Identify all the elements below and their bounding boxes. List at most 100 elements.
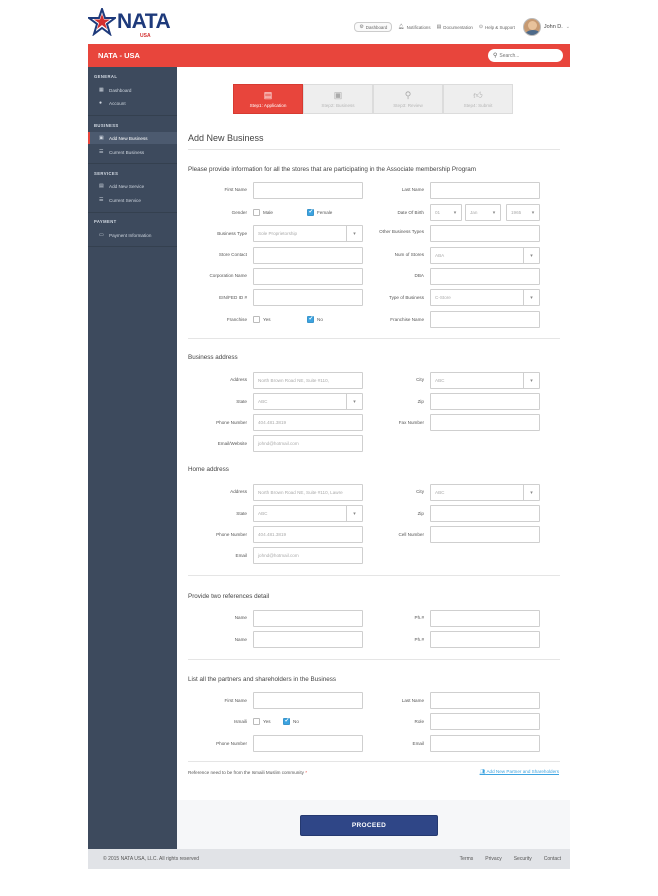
female-option-label: Female	[317, 210, 333, 215]
dashboard-link[interactable]: ⚙ Dashboard	[354, 22, 393, 32]
sidebar-item-label: Dashboard	[109, 87, 132, 93]
home-email-label: Email	[235, 553, 248, 558]
footer-contact-link[interactable]: Contact	[544, 856, 561, 862]
sidebar-item-current-business[interactable]: ☰ Current Business	[88, 146, 177, 158]
role-field[interactable]	[430, 713, 540, 730]
fax-number-field[interactable]	[430, 414, 540, 431]
sidebar-item-dashboard[interactable]: ▦ Dashboard	[88, 84, 177, 96]
step-label: Step1: Application	[249, 103, 287, 108]
step-label: Step3: Review	[393, 103, 423, 108]
step-1-application[interactable]: ▤ Step1: Application	[233, 84, 303, 114]
reference-2-name-field[interactable]	[253, 631, 363, 648]
footer: © 2015 NATA USA, LLC. All rights reserve…	[88, 849, 570, 869]
ismaili-no-checkbox[interactable]	[283, 717, 290, 725]
partner-first-name-field[interactable]	[253, 692, 363, 709]
sidebar-item-payment-information[interactable]: ▭ Payment Information	[88, 229, 177, 241]
sidebar: GENERAL ▦ Dashboard ● Account BUSINESS ▣ Ad…	[88, 67, 177, 849]
step-2-business[interactable]: ▣ Step2: Business	[303, 84, 373, 114]
num-of-stores-label: Num of Stores	[394, 252, 424, 257]
dob-month-select[interactable]: Jan ▾	[465, 204, 501, 221]
reference-2-phone-field[interactable]	[430, 631, 540, 648]
sidebar-item-add-new-service[interactable]: ▤ Add New Service	[88, 180, 177, 192]
proceed-button[interactable]: PROCEED	[300, 815, 438, 836]
home-city-select[interactable]: ABC ▾	[430, 484, 540, 501]
business-state-select[interactable]: ABC ▾	[253, 393, 363, 410]
notifications-link[interactable]: 🔔︎ Notifications	[398, 24, 430, 30]
business-zip-field[interactable]	[430, 393, 540, 410]
business-address-field[interactable]: North Brown Road NE, Suite #110,	[253, 372, 363, 389]
sidebar-item-add-new-business[interactable]: ▣ Add New Business	[88, 132, 177, 144]
business-address-label: Address	[230, 377, 247, 382]
reference-1-name-label: Name	[234, 615, 247, 620]
step-3-review[interactable]: ⚲ Step3: Review	[373, 84, 443, 114]
footer-terms-link[interactable]: Terms	[460, 856, 474, 862]
add-partner-label: Add New Partner and Shareholders	[486, 769, 559, 774]
partner-email-field[interactable]	[430, 735, 540, 752]
home-phone-field[interactable]: 404.481.3819	[253, 526, 363, 543]
female-checkbox[interactable]	[307, 208, 314, 216]
dob-year-select[interactable]: 1965 ▾	[506, 204, 540, 221]
nata-logo[interactable]: NATA USA	[88, 8, 178, 39]
chevron-down-icon: ▾	[453, 209, 457, 216]
search-box[interactable]: ⚲	[488, 49, 563, 62]
search-icon: ⚲	[493, 53, 498, 59]
email-website-field[interactable]: johnd@hotmail.com	[253, 435, 363, 452]
help-link[interactable]: ⊙ Help & Support	[479, 24, 515, 30]
search-input[interactable]	[499, 52, 560, 59]
num-of-stores-select[interactable]: ABA ▾	[430, 247, 540, 264]
business-city-select[interactable]: ABC ▾	[430, 372, 540, 389]
reference-1-phone-label: Ph.#	[414, 615, 424, 620]
notifications-link-label: Notifications	[406, 24, 431, 30]
store-contact-field[interactable]	[253, 247, 363, 264]
cell-number-field[interactable]	[430, 526, 540, 543]
business-state-label: State	[236, 399, 247, 404]
ein-label: EIN/FED ID #	[219, 295, 247, 300]
dashboard-link-label: Dashboard	[365, 24, 388, 30]
add-partner-link[interactable]: 👥︎ Add New Partner and Shareholders	[480, 769, 559, 775]
brand-name: NATA	[117, 10, 171, 33]
last-name-label: Last Name	[401, 187, 424, 192]
store-contact-label: Store Contact	[218, 252, 247, 257]
business-type-select[interactable]: Sole Proprietorship ▾	[253, 225, 363, 242]
ein-field[interactable]	[253, 289, 363, 306]
other-business-types-field[interactable]	[430, 225, 540, 242]
divider	[188, 149, 560, 150]
ismaili-no-label: No	[293, 719, 299, 724]
reference-2-phone-label: Ph.#	[414, 637, 424, 642]
reference-2-name-label: Name	[234, 637, 247, 642]
step-4-submit[interactable]: 👍︎ Step4: Submit	[443, 84, 513, 114]
reference-1-name-field[interactable]	[253, 610, 363, 627]
home-zip-field[interactable]	[430, 505, 540, 522]
briefcase-icon: ▣	[333, 90, 343, 100]
franchise-no-checkbox[interactable]	[307, 315, 314, 323]
last-name-field[interactable]	[430, 182, 540, 199]
dob-day-select[interactable]: 01 ▾	[430, 204, 462, 221]
type-of-business-select[interactable]: C-Store ▾	[430, 289, 540, 306]
references-title: Provide two references detail	[188, 593, 270, 600]
partner-last-name-field[interactable]	[430, 692, 540, 709]
male-checkbox[interactable]	[253, 209, 260, 216]
ismaili-yes-checkbox[interactable]	[253, 718, 260, 725]
documentation-link[interactable]: ▤ Documentation	[437, 24, 473, 30]
reference-1-phone-field[interactable]	[430, 610, 540, 627]
footer-links: Terms Privacy Security Contact	[448, 856, 561, 862]
home-address-field[interactable]: North Brown Road NE, Suite #110, Lawre	[253, 484, 363, 501]
franchise-yes-checkbox[interactable]	[253, 316, 260, 323]
corporation-name-field[interactable]	[253, 268, 363, 285]
franchise-name-label: Franchise Name	[390, 317, 424, 322]
magnifier-icon: ⚲	[404, 90, 412, 100]
footer-privacy-link[interactable]: Privacy	[485, 856, 501, 862]
franchise-name-field[interactable]	[430, 311, 540, 328]
sidebar-item-account[interactable]: ● Account	[88, 97, 177, 109]
user-menu[interactable]: John D. ⌄	[522, 18, 570, 36]
partner-phone-field[interactable]	[253, 735, 363, 752]
sidebar-section-general: GENERAL	[94, 74, 118, 79]
first-name-field[interactable]	[253, 182, 363, 199]
dba-field[interactable]	[430, 268, 540, 285]
corporation-name-label: Corporation Name	[209, 273, 247, 278]
footer-security-link[interactable]: Security	[514, 856, 532, 862]
home-state-select[interactable]: ABC ▾	[253, 505, 363, 522]
home-email-field[interactable]: johnd@hotmail.com	[253, 547, 363, 564]
sidebar-item-current-service[interactable]: ☰ Current Service	[88, 194, 177, 206]
business-phone-field[interactable]: 404.481.3819	[253, 414, 363, 431]
